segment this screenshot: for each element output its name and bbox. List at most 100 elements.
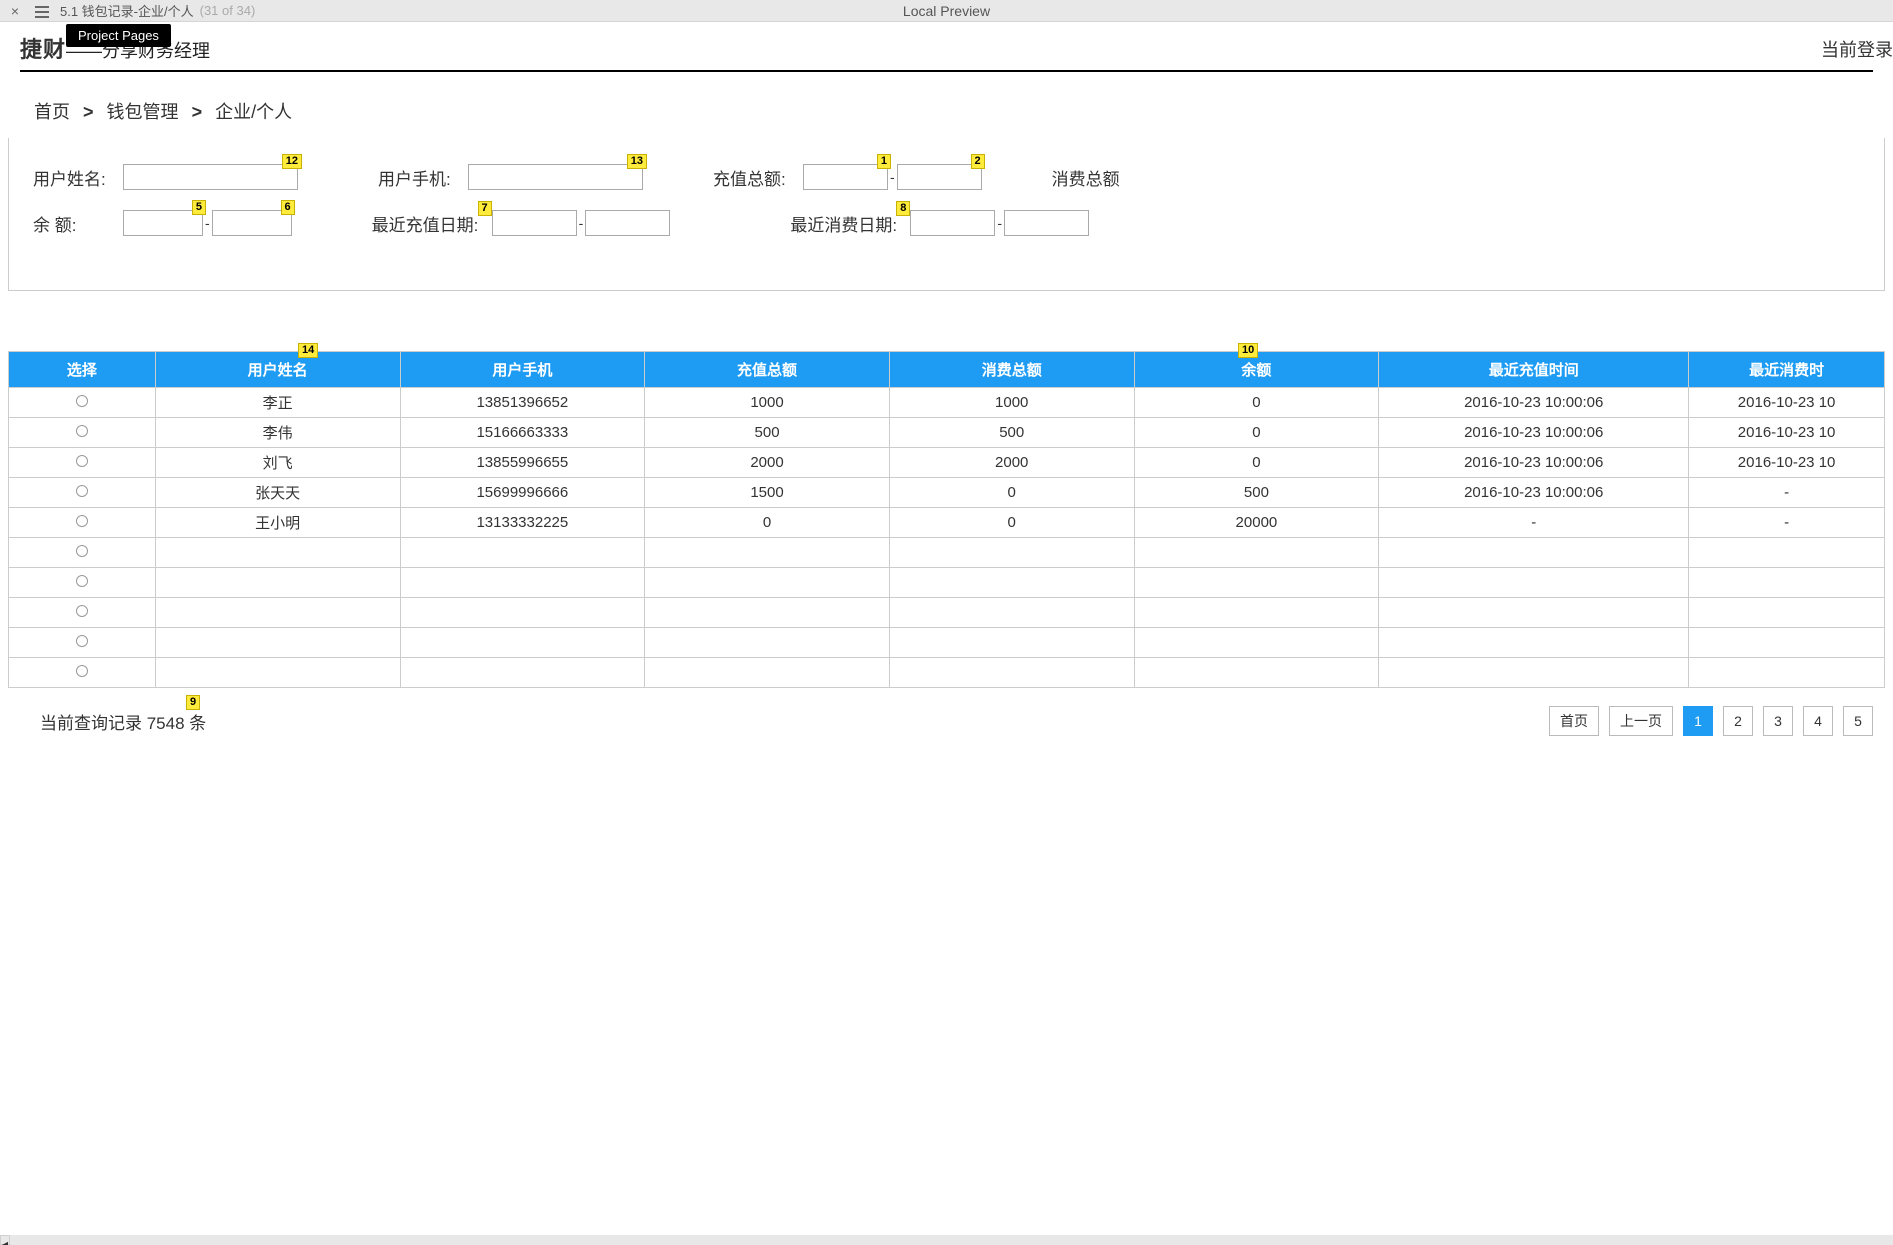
prev-page-button[interactable]: 上一页 — [1609, 706, 1673, 736]
horizontal-scrollbar[interactable]: ◂ — [0, 1235, 1893, 1245]
cell-balance: 0 — [1134, 388, 1379, 418]
breadcrumb: 首页 > 钱包管理 > 企业/个人 — [0, 76, 1893, 138]
input-recharge-from[interactable] — [803, 164, 888, 190]
table-row[interactable]: 王小明131333322250020000-- — [9, 508, 1885, 538]
page-button-1[interactable]: 1 — [1683, 706, 1713, 736]
cell-select[interactable] — [9, 538, 156, 568]
preview-label: Local Preview — [903, 3, 990, 19]
cell-name: 刘飞 — [155, 448, 400, 478]
cell-name: 李伟 — [155, 418, 400, 448]
radio-icon[interactable] — [76, 605, 88, 617]
cell-select[interactable] — [9, 478, 156, 508]
annotation-badge: 14 — [298, 343, 318, 358]
cell-recharge: 1000 — [645, 388, 890, 418]
input-user-phone[interactable] — [468, 164, 643, 190]
cell-phone — [400, 628, 645, 658]
menu-icon[interactable] — [30, 3, 54, 19]
radio-icon[interactable] — [76, 395, 88, 407]
label-recent-consume-date: 最近消费日期: — [790, 211, 910, 236]
cell-ctime — [1689, 568, 1885, 598]
cell-ctime: - — [1689, 508, 1885, 538]
cell-recharge: 0 — [645, 508, 890, 538]
table-row[interactable] — [9, 658, 1885, 688]
th-consume: 消费总额 — [889, 352, 1134, 388]
radio-icon[interactable] — [76, 485, 88, 497]
radio-icon[interactable] — [76, 515, 88, 527]
cell-consume — [889, 598, 1134, 628]
input-recharge-to[interactable] — [897, 164, 982, 190]
cell-recharge — [645, 598, 890, 628]
page-button-4[interactable]: 4 — [1803, 706, 1833, 736]
radio-icon[interactable] — [76, 545, 88, 557]
table-row[interactable]: 刘飞138559966552000200002016-10-23 10:00:0… — [9, 448, 1885, 478]
radio-icon[interactable] — [76, 455, 88, 467]
input-recent-recharge-from[interactable] — [492, 210, 577, 236]
cell-consume: 1000 — [889, 388, 1134, 418]
page-button-2[interactable]: 2 — [1723, 706, 1753, 736]
annotation-badge: 8 — [896, 201, 910, 216]
first-page-button[interactable]: 首页 — [1549, 706, 1599, 736]
app-header: 捷财——分享财务经理 当前登录 — [0, 22, 1893, 76]
cell-name: 张天天 — [155, 478, 400, 508]
cell-consume: 0 — [889, 508, 1134, 538]
cell-consume: 500 — [889, 418, 1134, 448]
radio-icon[interactable] — [76, 635, 88, 647]
cell-select[interactable] — [9, 598, 156, 628]
cell-select[interactable] — [9, 658, 156, 688]
cell-ctime: 2016-10-23 10 — [1689, 448, 1885, 478]
radio-icon[interactable] — [76, 575, 88, 587]
radio-icon[interactable] — [76, 665, 88, 677]
cell-name — [155, 598, 400, 628]
scroll-left-button[interactable]: ◂ — [0, 1235, 10, 1245]
radio-icon[interactable] — [76, 425, 88, 437]
cell-rtime — [1379, 628, 1689, 658]
login-state: 当前登录 — [1821, 36, 1893, 62]
cell-select[interactable] — [9, 448, 156, 478]
label-recharge-total: 充值总额: — [713, 165, 803, 190]
cell-balance — [1134, 598, 1379, 628]
input-recent-consume-from[interactable] — [910, 210, 995, 236]
page-button-5[interactable]: 5 — [1843, 706, 1873, 736]
cell-phone: 13133332225 — [400, 508, 645, 538]
close-icon[interactable]: × — [0, 3, 30, 19]
table-row[interactable] — [9, 628, 1885, 658]
cell-consume: 0 — [889, 478, 1134, 508]
input-recent-consume-to[interactable] — [1004, 210, 1089, 236]
cell-select[interactable] — [9, 418, 156, 448]
cell-select[interactable] — [9, 388, 156, 418]
th-select: 选择 — [9, 352, 156, 388]
cell-phone: 13855996655 — [400, 448, 645, 478]
table-row[interactable]: 李伟1516666333350050002016-10-23 10:00:062… — [9, 418, 1885, 448]
cell-rtime: 2016-10-23 10:00:06 — [1379, 418, 1689, 448]
breadcrumb-item-home[interactable]: 首页 — [34, 102, 70, 122]
cell-balance — [1134, 658, 1379, 688]
cell-consume — [889, 538, 1134, 568]
annotation-badge: 1 — [877, 154, 891, 169]
cell-name — [155, 538, 400, 568]
input-recent-recharge-to[interactable] — [585, 210, 670, 236]
label-user-phone: 用户手机: — [378, 165, 468, 190]
annotation-badge: 12 — [282, 154, 302, 169]
annotation-badge: 7 — [478, 201, 492, 216]
table-row[interactable]: 李正138513966521000100002016-10-23 10:00:0… — [9, 388, 1885, 418]
table-row[interactable] — [9, 538, 1885, 568]
cell-consume — [889, 658, 1134, 688]
breadcrumb-item-wallet[interactable]: 钱包管理 — [107, 102, 179, 122]
cell-recharge: 1500 — [645, 478, 890, 508]
table-row[interactable] — [9, 598, 1885, 628]
cell-consume — [889, 568, 1134, 598]
cell-rtime: 2016-10-23 10:00:06 — [1379, 448, 1689, 478]
cell-select[interactable] — [9, 508, 156, 538]
cell-balance: 0 — [1134, 418, 1379, 448]
cell-phone — [400, 538, 645, 568]
table-row[interactable]: 张天天15699996666150005002016-10-23 10:00:0… — [9, 478, 1885, 508]
page-button-3[interactable]: 3 — [1763, 706, 1793, 736]
table-row[interactable] — [9, 568, 1885, 598]
cell-name: 王小明 — [155, 508, 400, 538]
filter-panel: 用户姓名: 12 用户手机: 13 充值总额: 1 - 2 消费总额 余 额: … — [8, 138, 1885, 291]
cell-select[interactable] — [9, 568, 156, 598]
cell-select[interactable] — [9, 628, 156, 658]
breadcrumb-sep: > — [192, 102, 203, 122]
input-user-name[interactable] — [123, 164, 298, 190]
th-recharge: 充值总额 — [645, 352, 890, 388]
